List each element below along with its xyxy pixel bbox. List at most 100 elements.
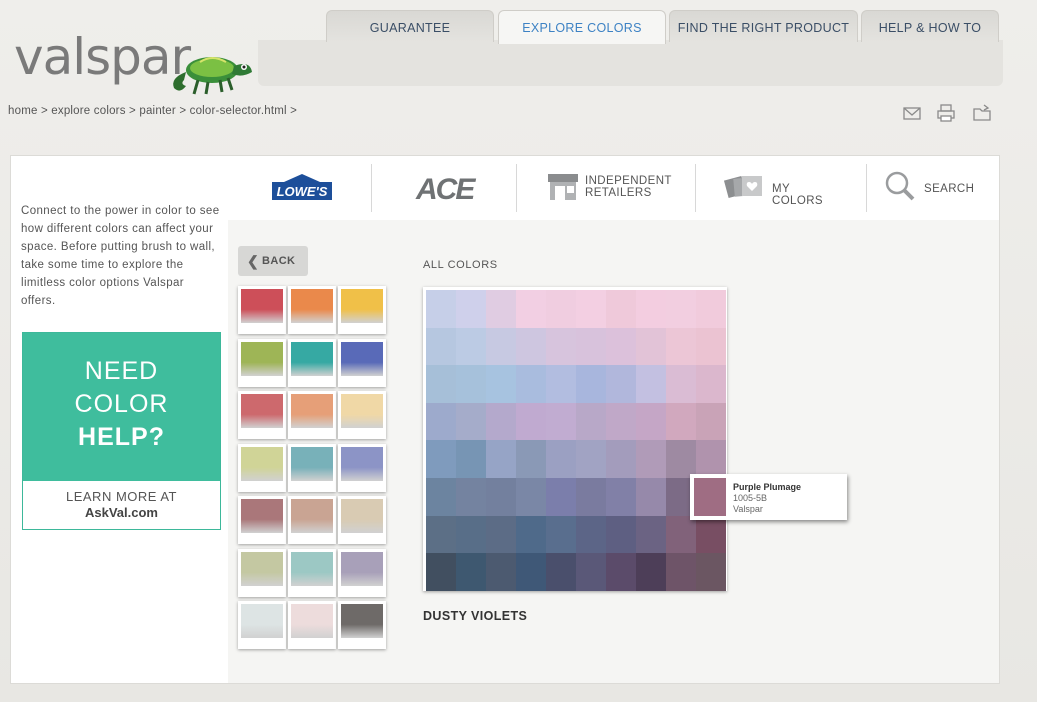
color-chip[interactable] [426, 553, 456, 592]
color-chip[interactable] [516, 290, 546, 328]
color-chip[interactable] [516, 402, 546, 441]
email-icon[interactable] [902, 104, 922, 122]
tab-find-the-right-product[interactable]: FIND THE RIGHT PRODUCT [669, 10, 858, 42]
color-family-swatch[interactable] [238, 548, 286, 597]
color-chip[interactable] [666, 515, 696, 554]
color-chip[interactable] [696, 402, 726, 441]
color-chip[interactable] [636, 553, 666, 592]
search-button[interactable]: SEARCH [884, 164, 984, 212]
color-tooltip[interactable]: Purple Plumage 1005-5B Valspar [690, 474, 847, 520]
color-chip[interactable] [546, 327, 576, 366]
color-family-swatch[interactable] [338, 548, 386, 597]
color-chip[interactable] [636, 440, 666, 479]
color-chip[interactable] [486, 290, 516, 328]
color-family-swatch[interactable] [288, 286, 336, 334]
color-chip[interactable] [606, 402, 636, 441]
color-chip[interactable] [576, 365, 606, 404]
color-chip[interactable] [606, 515, 636, 554]
color-chip[interactable] [456, 327, 486, 366]
color-chip[interactable] [606, 290, 636, 328]
color-chip[interactable] [576, 515, 606, 554]
independent-retailers-button[interactable]: INDEPENDENT RETAILERS [546, 164, 686, 212]
tab-guarantee[interactable]: GUARANTEE [326, 10, 494, 42]
color-chip[interactable] [666, 365, 696, 404]
color-chip[interactable] [666, 402, 696, 441]
color-family-swatch[interactable] [288, 601, 336, 649]
color-family-swatch[interactable] [238, 601, 286, 649]
askval-link[interactable]: AskVal.com [23, 505, 220, 520]
color-chip[interactable] [636, 515, 666, 554]
color-chip[interactable] [636, 290, 666, 328]
lowes-logo-button[interactable]: LOWE'S [268, 164, 336, 212]
color-chip[interactable] [696, 290, 726, 328]
color-chip[interactable] [456, 402, 486, 441]
color-family-swatch[interactable] [338, 443, 386, 492]
color-chip[interactable] [636, 365, 666, 404]
tab-explore-colors[interactable]: EXPLORE COLORS [498, 10, 666, 44]
color-family-swatch[interactable] [338, 338, 386, 387]
color-family-swatch[interactable] [238, 286, 286, 334]
color-chip[interactable] [456, 553, 486, 592]
color-chip[interactable] [696, 327, 726, 366]
color-chip[interactable] [546, 553, 576, 592]
color-chip[interactable] [576, 478, 606, 516]
breadcrumb[interactable]: home > explore colors > painter > color-… [8, 105, 297, 117]
color-chip[interactable] [606, 327, 636, 366]
color-chip[interactable] [606, 365, 636, 404]
color-chip[interactable] [576, 290, 606, 328]
color-chip[interactable] [486, 478, 516, 516]
color-chip[interactable] [546, 515, 576, 554]
color-chip[interactable] [516, 553, 546, 592]
color-family-swatch[interactable] [338, 496, 386, 544]
color-chip[interactable] [426, 440, 456, 479]
color-chip[interactable] [516, 327, 546, 366]
color-chip[interactable] [486, 440, 516, 479]
color-family-swatch[interactable] [288, 443, 336, 492]
color-chip[interactable] [696, 515, 726, 554]
color-chip[interactable] [516, 515, 546, 554]
color-family-swatch[interactable] [238, 443, 286, 492]
print-icon[interactable] [936, 104, 956, 122]
color-chip[interactable] [546, 290, 576, 328]
color-family-swatch[interactable] [338, 391, 386, 439]
color-chip[interactable] [516, 365, 546, 404]
tab-help-and-how-to[interactable]: HELP & HOW TO [861, 10, 999, 42]
color-chip[interactable] [516, 440, 546, 479]
color-chip[interactable] [546, 402, 576, 441]
color-chip[interactable] [576, 440, 606, 479]
color-chip[interactable] [666, 327, 696, 366]
color-family-swatch[interactable] [288, 496, 336, 544]
color-chip[interactable] [456, 290, 486, 328]
color-chip[interactable] [426, 327, 456, 366]
color-chip[interactable] [696, 553, 726, 592]
valspar-logo[interactable]: valspar [14, 24, 254, 95]
color-chip[interactable] [486, 553, 516, 592]
color-chip[interactable] [576, 553, 606, 592]
color-chip[interactable] [696, 440, 726, 479]
color-chip[interactable] [486, 327, 516, 366]
color-chip[interactable] [606, 553, 636, 592]
color-chip[interactable] [546, 365, 576, 404]
color-chip[interactable] [426, 402, 456, 441]
color-chip[interactable] [456, 440, 486, 479]
color-family-swatch[interactable] [238, 391, 286, 439]
save-folder-icon[interactable] [972, 104, 992, 122]
color-family-swatch[interactable] [238, 338, 286, 387]
color-chip[interactable] [606, 478, 636, 516]
color-family-swatch[interactable] [288, 548, 336, 597]
color-chip[interactable] [636, 478, 666, 516]
color-family-swatch[interactable] [288, 391, 336, 439]
my-colors-button[interactable]: MY COLORS [724, 164, 844, 212]
color-chip[interactable] [456, 478, 486, 516]
color-chip[interactable] [666, 290, 696, 328]
color-family-swatch[interactable] [288, 338, 336, 387]
color-chip[interactable] [666, 553, 696, 592]
color-family-swatch[interactable] [338, 601, 386, 649]
color-chip[interactable] [606, 440, 636, 479]
color-chip[interactable] [456, 365, 486, 404]
color-chip[interactable] [426, 478, 456, 516]
color-chip[interactable] [636, 327, 666, 366]
color-chip[interactable] [516, 478, 546, 516]
color-chip[interactable] [576, 402, 606, 441]
color-family-swatch[interactable] [338, 286, 386, 334]
